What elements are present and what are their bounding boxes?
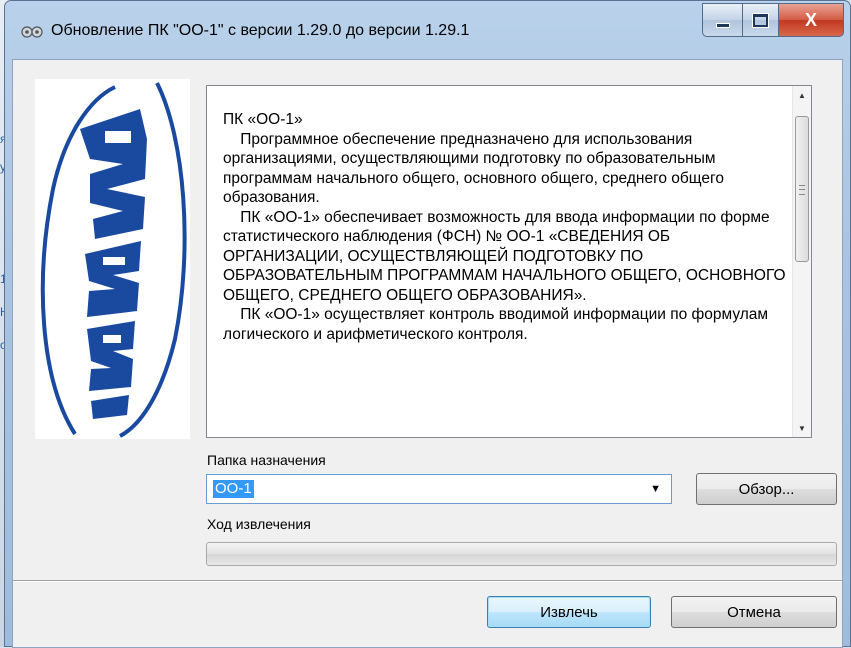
dropdown-arrow-icon[interactable]: ▼ — [650, 483, 661, 495]
cancel-button[interactable]: Отмена — [671, 596, 837, 628]
window-title: Обновление ПК "ОО-1" с версии 1.29.0 до … — [51, 22, 470, 39]
vertical-scrollbar[interactable]: ▲ ▼ — [792, 86, 811, 437]
progress-label: Ход извлечения — [207, 516, 311, 532]
description-paragraph: ПК «ОО-1» обеспечивает возможность для в… — [223, 208, 786, 304]
description-paragraph: ПК «ОО-1» осуществляет контроль вводимой… — [223, 306, 769, 343]
winrar-sfx-icon — [21, 26, 43, 38]
destination-label: Папка назначения — [207, 452, 326, 468]
description-text: ПК «ОО-1» Программное обеспечение предна… — [223, 110, 791, 436]
description-paragraph: Программное обеспечение предназначено дл… — [223, 130, 724, 207]
logo-panel — [35, 79, 190, 439]
dialog-client-area: ПК «ОО-1» Программное обеспечение предна… — [12, 59, 843, 648]
destination-value[interactable]: ОО-1 — [213, 480, 254, 498]
extraction-progress-bar — [206, 542, 837, 566]
scroll-down-arrow-icon[interactable]: ▼ — [793, 419, 811, 437]
description-textbox[interactable]: ПК «ОО-1» Программное обеспечение предна… — [206, 85, 812, 438]
button-separator — [13, 580, 842, 582]
maximize-icon — [753, 13, 768, 27]
minimize-icon — [715, 22, 730, 28]
title-bar[interactable]: Обновление ПК "ОО-1" с версии 1.29.0 до … — [5, 1, 850, 59]
scroll-up-arrow-icon[interactable]: ▲ — [793, 86, 811, 104]
gmc-logo-image — [40, 82, 187, 438]
grip-icon — [799, 185, 805, 195]
caption-buttons: X — [702, 3, 844, 37]
close-icon: X — [804, 9, 817, 30]
minimize-button[interactable] — [702, 3, 742, 37]
installer-window: Обновление ПК "ОО-1" с версии 1.29.0 до … — [4, 0, 851, 648]
destination-combobox[interactable]: ОО-1 ▼ — [206, 474, 672, 504]
scrollbar-thumb[interactable] — [795, 116, 809, 262]
maximize-button[interactable] — [742, 3, 778, 37]
browse-button[interactable]: Обзор... — [696, 473, 837, 505]
extract-button[interactable]: Извлечь — [487, 596, 651, 628]
close-button[interactable]: X — [778, 3, 844, 37]
description-paragraph: ПК «ОО-1» — [223, 111, 303, 128]
